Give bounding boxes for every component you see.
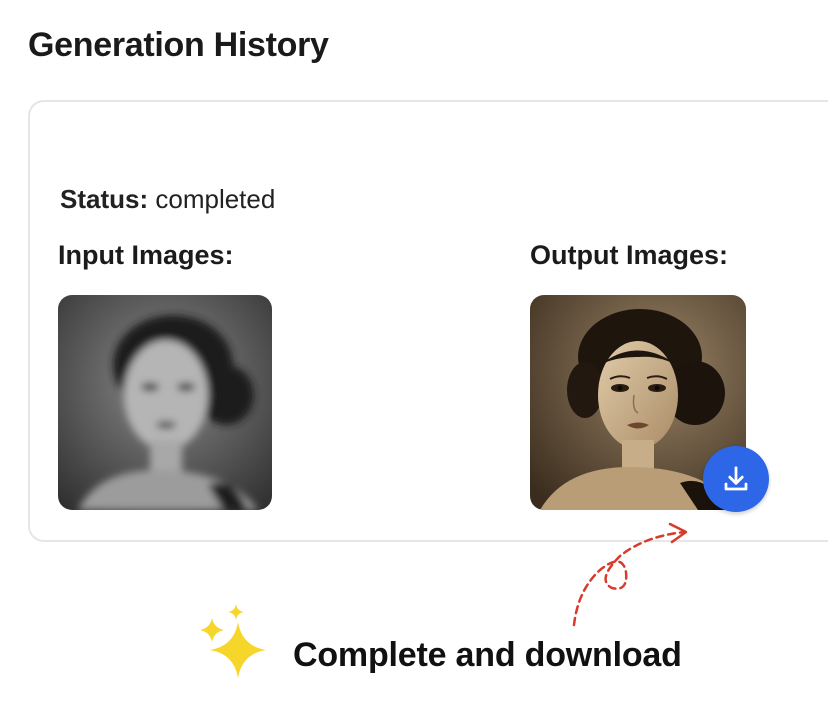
download-button[interactable] (703, 446, 769, 512)
sparkle-icon (200, 604, 266, 678)
output-images-label: Output Images: (530, 240, 729, 270)
status-line: Status: completed (60, 184, 275, 215)
download-icon (724, 466, 748, 491)
input-images-label: Input Images: (58, 240, 234, 270)
arrow-annotation (572, 522, 688, 627)
status-label: Status: (60, 184, 149, 214)
status-value: completed (155, 184, 276, 214)
page-title: Generation History (28, 26, 329, 64)
annotation-caption: Complete and download (293, 636, 682, 674)
input-image[interactable] (58, 295, 272, 510)
